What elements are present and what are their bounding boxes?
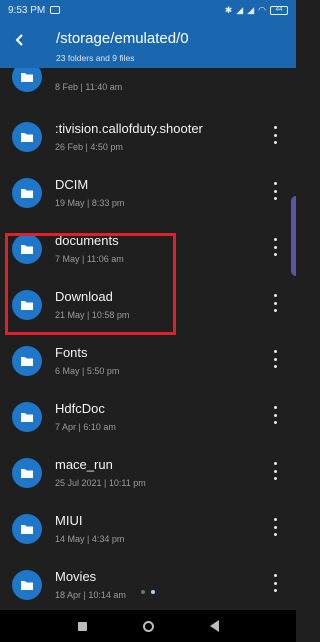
list-item[interactable]: DCIM 19 May | 8:33 pm bbox=[0, 164, 296, 220]
path-subtitle: 23 folders and 9 files bbox=[56, 53, 135, 63]
item-name: mace_run bbox=[55, 457, 113, 472]
page-dot-active bbox=[151, 590, 155, 594]
item-name: :tivision.callofduty.shooter bbox=[55, 121, 203, 136]
battery-icon: 44 bbox=[270, 5, 288, 15]
more-options-icon[interactable] bbox=[272, 182, 278, 200]
more-options-icon[interactable] bbox=[272, 126, 278, 144]
back-arrow-icon[interactable] bbox=[10, 32, 30, 52]
list-item-download[interactable]: Download 21 May | 10:58 pm bbox=[0, 276, 296, 332]
edge-panel-handle[interactable] bbox=[291, 196, 296, 276]
header: /storage/emulated/0 23 folders and 9 fil… bbox=[0, 20, 296, 68]
item-date: 14 May | 4:34 pm bbox=[55, 534, 125, 544]
file-list[interactable]: 8 Feb | 11:40 am :tivision.callofduty.sh… bbox=[0, 68, 296, 610]
list-item[interactable]: 8 Feb | 11:40 am bbox=[0, 68, 296, 104]
list-item[interactable]: :tivision.callofduty.shooter 26 Feb | 4:… bbox=[0, 108, 296, 164]
folder-icon bbox=[12, 458, 42, 488]
folder-icon bbox=[12, 346, 42, 376]
list-item[interactable]: Fonts 6 May | 5:50 pm bbox=[0, 332, 296, 388]
folder-icon bbox=[12, 234, 42, 264]
item-date: 21 May | 10:58 pm bbox=[55, 310, 130, 320]
status-right: ✱ ◢ ◢ ◠ 44 bbox=[225, 5, 288, 16]
list-item[interactable]: documents 7 May | 11:06 am bbox=[0, 220, 296, 276]
item-name: HdfcDoc bbox=[55, 401, 105, 416]
more-options-icon[interactable] bbox=[272, 350, 278, 368]
folder-icon bbox=[12, 178, 42, 208]
status-left: 9:53 PM bbox=[8, 4, 61, 16]
more-options-icon[interactable] bbox=[272, 238, 278, 256]
item-date: 25 Jul 2021 | 10:11 pm bbox=[55, 478, 146, 488]
item-date: 7 May | 11:06 am bbox=[55, 254, 124, 264]
item-date: 8 Feb | 11:40 am bbox=[55, 82, 123, 92]
folder-icon bbox=[12, 290, 42, 320]
recents-icon[interactable] bbox=[77, 621, 87, 631]
more-options-icon[interactable] bbox=[272, 406, 278, 424]
folder-icon bbox=[12, 402, 42, 432]
signal-icon: ◢ bbox=[236, 4, 244, 15]
navigation-bar bbox=[0, 610, 296, 642]
list-item[interactable]: HdfcDoc 7 Apr | 6:10 am bbox=[0, 388, 296, 444]
path-title: /storage/emulated/0 bbox=[56, 30, 189, 47]
page-indicator bbox=[0, 590, 296, 594]
mail-icon bbox=[50, 6, 61, 14]
item-date: 19 May | 8:33 pm bbox=[55, 198, 125, 208]
home-icon[interactable] bbox=[142, 620, 154, 632]
status-time: 9:53 PM bbox=[8, 4, 46, 16]
folder-icon bbox=[12, 570, 42, 600]
item-name: Download bbox=[55, 289, 113, 304]
folder-icon bbox=[12, 122, 42, 152]
item-name: DCIM bbox=[55, 177, 89, 192]
item-name: Fonts bbox=[55, 345, 88, 360]
list-item[interactable]: mace_run 25 Jul 2021 | 10:11 pm bbox=[0, 444, 296, 500]
list-item[interactable]: MIUI 14 May | 4:34 pm bbox=[0, 500, 296, 556]
item-name: Movies bbox=[55, 569, 97, 584]
more-options-icon[interactable] bbox=[272, 518, 278, 536]
more-options-icon[interactable] bbox=[272, 294, 278, 312]
item-date: 7 Apr | 6:10 am bbox=[55, 422, 116, 432]
item-date: 6 May | 5:50 pm bbox=[55, 366, 120, 376]
item-name: documents bbox=[55, 233, 119, 248]
signal-icon-2: ◢ bbox=[247, 4, 255, 15]
folder-icon bbox=[12, 68, 42, 92]
more-options-icon[interactable] bbox=[272, 462, 278, 480]
wifi-icon: ◠ bbox=[258, 4, 266, 15]
item-name: MIUI bbox=[55, 513, 83, 528]
folder-icon bbox=[12, 514, 42, 544]
page-dot bbox=[141, 590, 145, 594]
list-item[interactable]: Movies 18 Apr | 10:14 am bbox=[0, 556, 296, 610]
bluetooth-icon: ✱ bbox=[224, 4, 233, 15]
back-icon[interactable] bbox=[209, 620, 219, 632]
item-date: 26 Feb | 4:50 pm bbox=[55, 142, 123, 152]
status-bar: 9:53 PM ✱ ◢ ◢ ◠ 44 bbox=[0, 0, 296, 20]
